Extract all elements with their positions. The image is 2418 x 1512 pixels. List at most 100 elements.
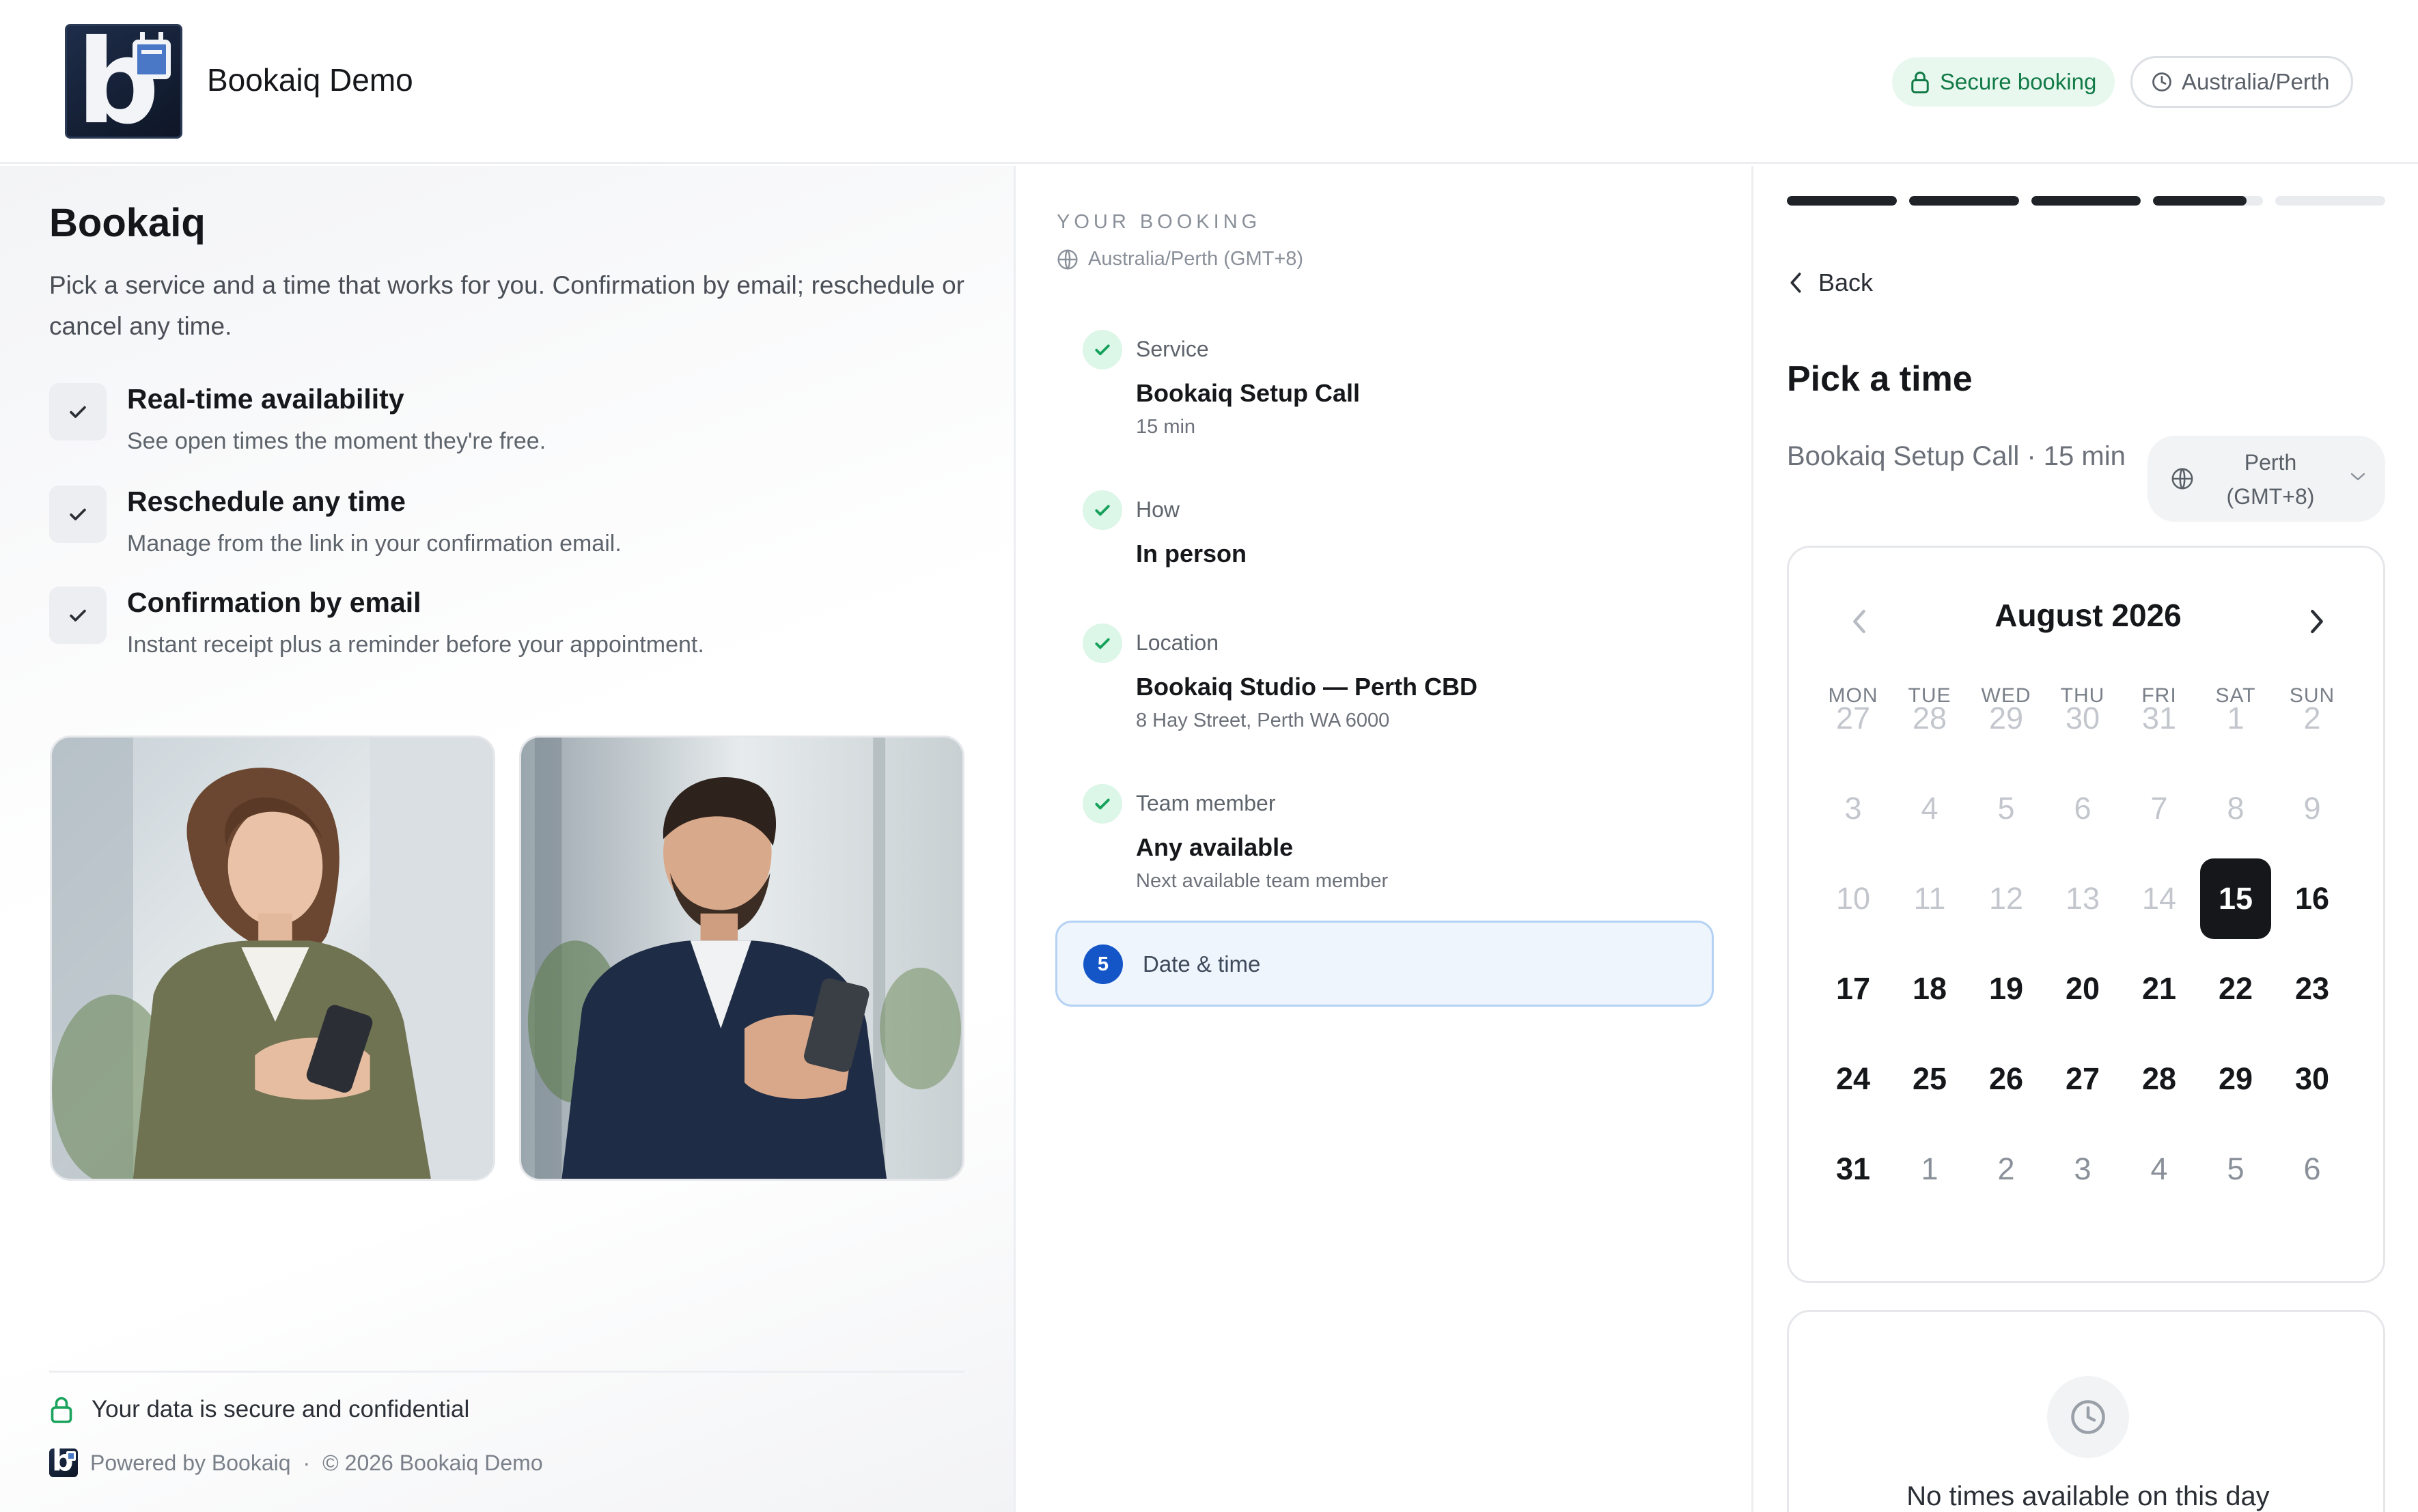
calendar-day[interactable]: 16 xyxy=(2277,858,2348,939)
timezone-select[interactable]: Perth (GMT+8) xyxy=(2148,436,2385,522)
back-button[interactable]: Back xyxy=(1787,268,1873,297)
calendar-day: 8 xyxy=(2227,791,2245,826)
calendar-day: 12 xyxy=(1988,881,2024,916)
calendar-day[interactable]: 20 xyxy=(2047,949,2118,1029)
calendar: August 2026 MON TUE WED THU FRI SAT SUN 27 28 29 3… xyxy=(1787,546,2385,1283)
intro-panel: Bookaiq Pick a service and a time that w… xyxy=(0,166,1016,1512)
feature-description: Manage from the link in your confirmatio… xyxy=(127,531,622,557)
calendar-day[interactable]: 5 xyxy=(2200,1129,2271,1209)
calendar-day[interactable]: 17 xyxy=(1818,949,1889,1029)
calendar-day[interactable]: 15 xyxy=(2200,858,2271,939)
photo-woman-with-phone xyxy=(50,736,495,1181)
calendar-day: 1 xyxy=(2227,701,2245,736)
calendar-day: 4 xyxy=(1921,791,1938,826)
clock-icon xyxy=(2047,1376,2129,1458)
service-summary: Bookaiq Setup Call · 15 min xyxy=(1787,441,2126,471)
time-picker-panel: Back Pick a time Bookaiq Setup Call · 15… xyxy=(1755,166,2418,1512)
calendar-day: 2 xyxy=(2303,701,2321,736)
booking-summary: YOUR BOOKING Australia/Perth (GMT+8) Ser… xyxy=(1018,166,1753,1512)
progress-segment xyxy=(2275,196,2385,206)
progress-segment xyxy=(2153,196,2264,206)
globe-icon xyxy=(2171,468,2193,490)
calendar-day[interactable]: 30 xyxy=(2277,1039,2348,1119)
photo-man-with-phone xyxy=(519,736,964,1181)
calendar-day[interactable]: 21 xyxy=(2124,949,2195,1029)
calendar-day: 14 xyxy=(2141,881,2177,916)
calendar-day[interactable]: 31 xyxy=(1818,1129,1889,1209)
summary-timezone: Australia/Perth (GMT+8) xyxy=(1057,248,1303,270)
calendar-day[interactable]: 2 xyxy=(1971,1129,2042,1209)
feature-title: Confirmation by email xyxy=(127,587,421,618)
check-icon xyxy=(49,486,107,543)
page-title: Pick a time xyxy=(1787,359,1973,399)
summary-label: YOUR BOOKING xyxy=(1057,211,1262,233)
brand-name: Bookaiq Demo xyxy=(207,62,413,98)
feature-description: See open times the moment they're free. xyxy=(127,428,546,454)
check-icon xyxy=(49,383,107,440)
check-icon xyxy=(1083,330,1122,369)
intro-description: Pick a service and a time that works for… xyxy=(49,271,964,340)
check-icon xyxy=(1083,490,1122,530)
lock-icon xyxy=(51,1397,72,1423)
check-icon xyxy=(1083,784,1122,824)
month-label: August 2026 xyxy=(1995,598,2182,633)
powered-by-footer: b Powered by Bookaiq · © 2026 Bookaiq De… xyxy=(49,1448,543,1477)
bookaiq-mini-logo: b xyxy=(49,1448,78,1477)
calendar-day[interactable]: 26 xyxy=(1971,1039,2042,1119)
calendar-day: 5 xyxy=(1997,791,2015,826)
calendar-day: 9 xyxy=(2303,791,2321,826)
timezone-badge[interactable]: Australia/Perth xyxy=(2130,56,2353,108)
progress-segment xyxy=(1908,196,2019,206)
calendar-day[interactable]: 4 xyxy=(2124,1129,2195,1209)
calendar-day: 30 xyxy=(2065,701,2100,736)
calendar-day: 31 xyxy=(2141,701,2177,736)
calendar-day: 29 xyxy=(1988,701,2024,736)
top-header: b Bookaiq Demo Secure booking Australia/… xyxy=(0,0,2418,164)
calendar-day: 11 xyxy=(1913,881,1946,916)
next-month-button[interactable] xyxy=(2308,608,2326,635)
globe-icon xyxy=(1057,249,1078,270)
calendar-day: 10 xyxy=(1835,881,1871,916)
calendar-day[interactable]: 19 xyxy=(1971,949,2042,1029)
check-icon xyxy=(1083,624,1122,663)
calendar-day[interactable]: 25 xyxy=(1894,1039,1965,1119)
check-icon xyxy=(49,587,107,644)
calendar-day: 28 xyxy=(1912,701,1947,736)
progress-bar xyxy=(1787,196,2385,206)
step-number: 5 xyxy=(1083,944,1123,984)
secure-note: Your data is secure and confidential xyxy=(49,1395,469,1424)
calendar-day[interactable]: 3 xyxy=(2047,1129,2118,1209)
no-times-message: No times available on this day xyxy=(1906,1481,2270,1511)
calendar-day[interactable]: 6 xyxy=(2277,1129,2348,1209)
calendar-day: 7 xyxy=(2150,791,2168,826)
secure-booking-badge: Secure booking xyxy=(1892,57,2115,107)
divider xyxy=(49,1371,964,1373)
calendar-icon xyxy=(133,32,171,79)
calendar-day[interactable]: 24 xyxy=(1818,1039,1889,1119)
time-slots: No times available on this day xyxy=(1787,1310,2385,1512)
clock-icon xyxy=(2152,72,2171,92)
chevron-down-icon xyxy=(2350,473,2365,481)
calendar-day[interactable]: 23 xyxy=(2277,949,2348,1029)
calendar-day[interactable]: 28 xyxy=(2124,1039,2195,1119)
progress-segment xyxy=(1787,196,1897,206)
calendar-day[interactable]: 22 xyxy=(2200,949,2271,1029)
progress-segment xyxy=(2031,196,2141,206)
feature-description: Instant receipt plus a reminder before y… xyxy=(127,632,704,658)
calendar-day[interactable]: 29 xyxy=(2200,1039,2271,1119)
feature-title: Reschedule any time xyxy=(127,486,406,517)
calendar-day: 3 xyxy=(1844,791,1862,826)
calendar-day: 27 xyxy=(1835,701,1871,736)
powered-by-link[interactable]: Powered by Bookaiq xyxy=(90,1451,291,1476)
calendar-day[interactable]: 27 xyxy=(2047,1039,2118,1119)
copyright: © 2026 Bookaiq Demo xyxy=(322,1450,543,1475)
chevron-left-icon xyxy=(1790,272,1801,293)
calendar-day[interactable]: 18 xyxy=(1894,949,1965,1029)
bookaiq-logo[interactable]: b xyxy=(65,24,182,139)
summary-step-date-time[interactable]: 5 Date & time xyxy=(1055,921,1714,1007)
calendar-day: 6 xyxy=(2074,791,2092,826)
step-label: Date & time xyxy=(1143,951,1261,977)
calendar-day: 13 xyxy=(2065,881,2100,916)
lock-icon xyxy=(1911,71,1929,94)
calendar-day[interactable]: 1 xyxy=(1894,1129,1965,1209)
